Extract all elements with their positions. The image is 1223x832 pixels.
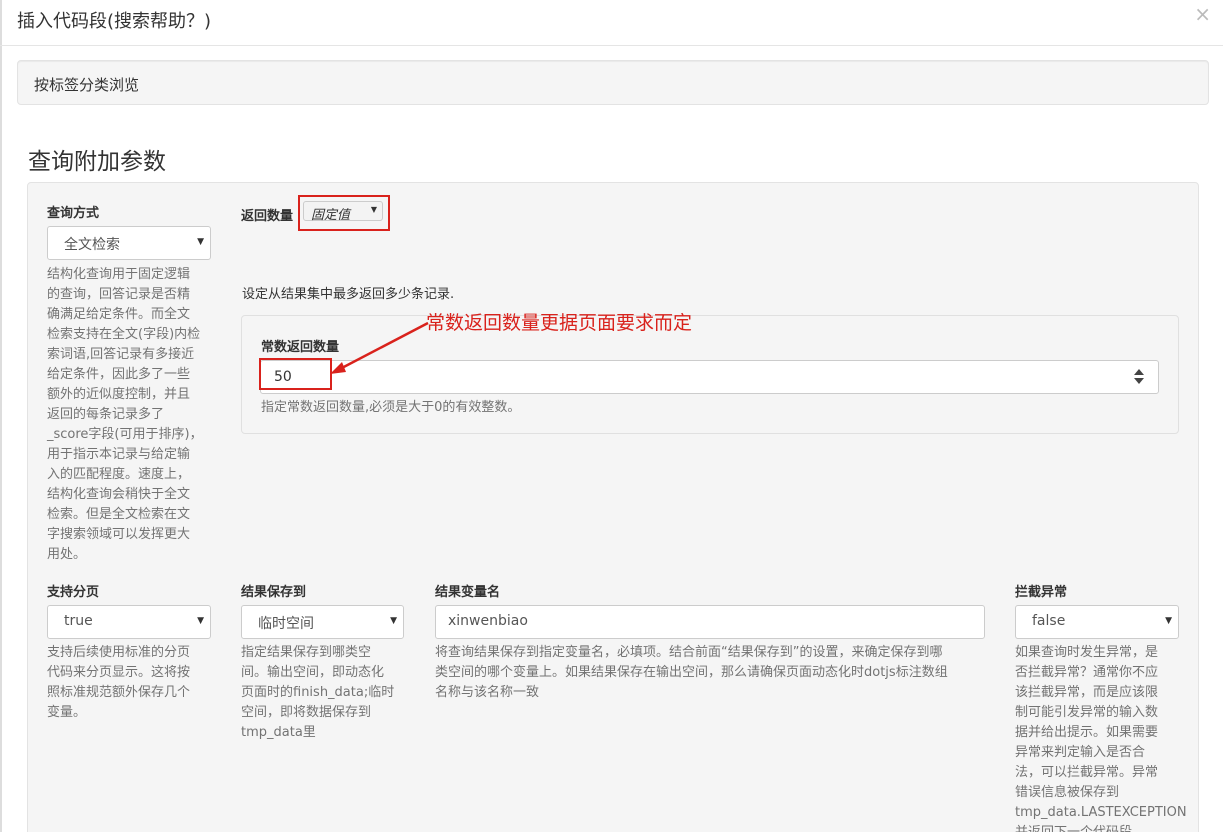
intercept-help: 如果查询时发生异常，是 否拦截异常？通常你不应 该拦截异常，而是应该限 制可能引… [1015, 643, 1215, 832]
intercept-help-line: 否拦截异常？通常你不应 [1015, 665, 1159, 680]
intercept-help-line: 错误信息被保存到 [1015, 785, 1120, 800]
spinner-up-icon[interactable] [1134, 369, 1144, 375]
spinner-icon[interactable] [1134, 369, 1144, 385]
modal-header: 插入代码段(搜索帮助？) × [0, 0, 1223, 46]
var-name-help-line: 类空间的哪个变量上。如果结果保存在输出空间，那么请确保页面动态化时dotjs标注… [435, 665, 948, 680]
const-count-input[interactable]: 50 [260, 360, 1159, 394]
save-to-select[interactable]: 临时空间 ▼ [241, 605, 404, 639]
chevron-down-icon: ▼ [197, 616, 204, 626]
query-method-help-line: 的查询，回答记录是否精 [47, 287, 191, 302]
var-name-help-line: 将查询结果保存到指定变量名，必填项。结合前面“结果保存到”的设置，来确定保存到哪 [435, 645, 943, 660]
query-method-help-line: 字搜索领域可以发挥更大 [47, 527, 191, 542]
intercept-help-line: 据并给出提示。如果需要 [1015, 725, 1159, 740]
query-method-help-line: _score字段(可用于排序)， [47, 427, 203, 442]
paging-label: 支持分页 [47, 585, 100, 600]
query-method-help-line: 检索。但是全文检索在文 [47, 507, 191, 522]
return-count-label: 返回数量 [241, 209, 294, 224]
paging-help: 支持后续使用标准的分页 代码来分页显示。这将按 照标准规范额外保存几个 变量。 [47, 643, 217, 723]
tag-browse-label: 按标签分类浏览 [34, 76, 140, 94]
intercept-select[interactable]: false ▼ [1015, 605, 1179, 639]
var-name-label: 结果变量名 [435, 585, 501, 600]
intercept-help-line: 如果查询时发生异常，是 [1015, 645, 1159, 660]
spinner-down-icon[interactable] [1134, 378, 1144, 384]
query-method-help-line: 用于指示本记录与给定输 [47, 447, 191, 462]
paging-help-line: 支持后续使用标准的分页 [47, 645, 191, 660]
var-name-help-line: 名称与该名称一致 [435, 685, 540, 700]
save-to-help-line: tmp_data里 [241, 725, 316, 740]
left-edge-border [0, 0, 2, 832]
query-method-help-line: 结构化查询用于固定逻辑 [47, 267, 191, 282]
intercept-value: false [1032, 613, 1066, 629]
paging-value: true [64, 613, 93, 629]
save-to-label: 结果保存到 [241, 585, 307, 600]
annotation-text: 常数返回数量更据页面要求而定 [426, 312, 693, 334]
var-name-help: 将查询结果保存到指定变量名，必填项。结合前面“结果保存到”的设置，来确定保存到哪… [435, 643, 995, 703]
intercept-help-line: 并返回下一个代码段 [1015, 823, 1215, 832]
query-method-label: 查询方式 [47, 206, 100, 221]
var-name-input[interactable]: xinwenbiao [435, 605, 985, 639]
chevron-down-icon: ▼ [197, 237, 204, 247]
var-name-value: xinwenbiao [448, 613, 528, 629]
save-to-value: 临时空间 [258, 616, 314, 632]
query-method-help-line: 额外的近似度控制，并且 [47, 387, 191, 402]
save-to-help: 指定结果保存到哪类空 间。输出空间，即动态化 页面时的finish_data;临… [241, 643, 409, 743]
query-method-help-line: 返回的每条记录多了 [47, 407, 165, 422]
query-method-help-line: 给定条件，因此多了一些 [47, 367, 191, 382]
query-method-help-line: 入的匹配程度。速度上， [47, 467, 191, 482]
const-count-help: 指定常数返回数量,必须是大于0的有效整数。 [261, 400, 521, 415]
chevron-down-icon: ▼ [390, 616, 397, 626]
intercept-help-line: 异常来判定输入是否合 [1015, 745, 1146, 760]
close-icon[interactable]: × [1194, 4, 1211, 24]
const-count-label: 常数返回数量 [261, 340, 340, 355]
paging-select[interactable]: true ▼ [47, 605, 211, 639]
save-to-help-line: 空间，即将数据保存到 [241, 705, 372, 720]
intercept-help-line: tmp_data.LASTEXCEPTION [1015, 805, 1187, 820]
modal-title: 插入代码段(搜索帮助？) [17, 11, 212, 32]
intercept-label: 拦截异常 [1015, 585, 1068, 600]
tag-browse-panel[interactable]: 按标签分类浏览 [17, 60, 1209, 105]
query-method-help-line: 索词语,回答记录有多接近 [47, 347, 195, 362]
paging-help-line: 照标准规范额外保存几个 [47, 685, 191, 700]
query-method-help-line: 检索支持在全文(字段)内检 [47, 327, 201, 342]
highlight-box-mode [298, 195, 390, 231]
intercept-help-line: 法，可以拦截异常。异常 [1015, 765, 1159, 780]
query-method-help-line: 结构化查询会稍快于全文 [47, 487, 191, 502]
intercept-help-line: 制可能引发异常的输入数 [1015, 705, 1159, 720]
section-title: 查询附加参数 [28, 149, 166, 175]
intercept-help-line: 该拦截异常，而是应该限 [1015, 685, 1159, 700]
save-to-help-line: 指定结果保存到哪类空 [241, 645, 372, 660]
query-method-help: 结构化查询用于固定逻辑 的查询，回答记录是否精 确满足给定条件。而全文 检索支持… [47, 265, 217, 565]
query-method-help-line: 确满足给定条件。而全文 [47, 307, 191, 322]
save-to-help-line: 页面时的finish_data;临时 [241, 685, 395, 700]
query-method-help-line: 用处。 [47, 547, 87, 562]
paging-help-line: 代码来分页显示。这将按 [47, 665, 191, 680]
save-to-help-line: 间。输出空间，即动态化 [241, 665, 385, 680]
paging-help-line: 变量。 [47, 705, 87, 720]
return-count-description: 设定从结果集中最多返回多少条记录. [242, 287, 455, 302]
query-method-value: 全文检索 [64, 237, 120, 253]
query-method-select[interactable]: 全文检索 ▼ [47, 226, 211, 260]
chevron-down-icon: ▼ [1165, 616, 1172, 626]
highlight-box-const [259, 358, 332, 390]
